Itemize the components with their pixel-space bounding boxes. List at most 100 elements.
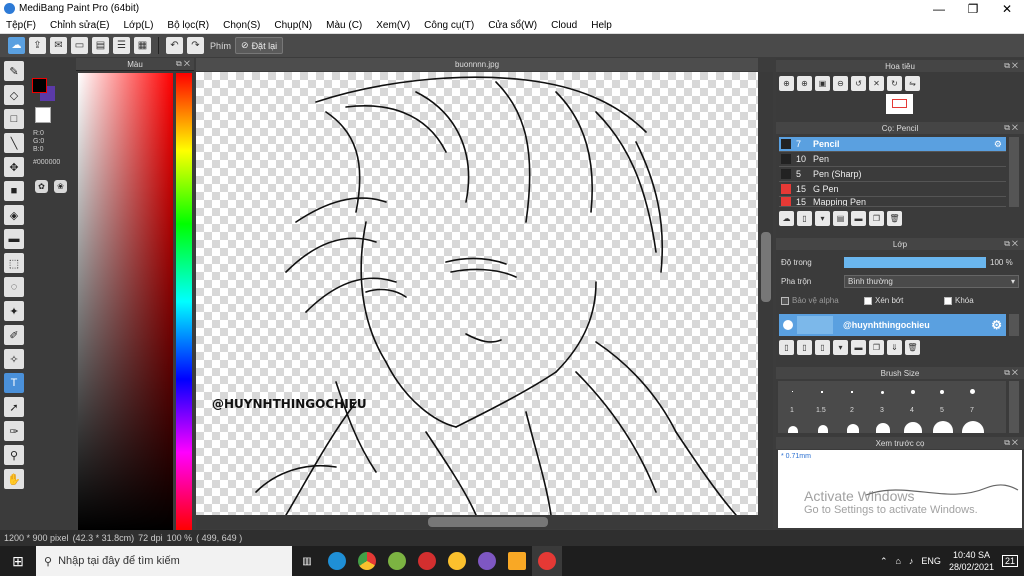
messenger-icon[interactable] bbox=[472, 546, 502, 576]
blend-mode-select[interactable]: Bình thường ▾ bbox=[844, 275, 1019, 288]
zoom-out-icon[interactable]: ⊖ bbox=[833, 76, 848, 91]
size-dot[interactable] bbox=[904, 422, 922, 433]
app-green-icon[interactable] bbox=[382, 546, 412, 576]
gradient-tool-icon[interactable]: ▬ bbox=[4, 229, 24, 249]
drawing-canvas[interactable]: @HUYNHTHINGOCHIEU bbox=[196, 72, 758, 515]
rotate-left-icon[interactable]: ↺ bbox=[851, 76, 866, 91]
browser-icon[interactable] bbox=[442, 546, 472, 576]
menu-tools[interactable]: Công cụ(T) bbox=[424, 20, 474, 31]
panel-close-icon[interactable]: ⧉✕ bbox=[1004, 239, 1020, 249]
bucket-tool-icon[interactable]: ◈ bbox=[4, 205, 24, 225]
size-dot[interactable] bbox=[851, 391, 853, 393]
reset-view-icon[interactable]: ✕ bbox=[869, 76, 884, 91]
panel-close-icon[interactable]: ⧉ ✕ bbox=[176, 59, 190, 69]
opacity-slider[interactable] bbox=[844, 257, 986, 268]
size-dot[interactable] bbox=[911, 390, 915, 394]
new-8bit-layer-icon[interactable]: ▯ bbox=[815, 340, 830, 355]
menu-layer[interactable]: Lớp(L) bbox=[124, 20, 154, 31]
delete-layer-icon[interactable]: 🗑 bbox=[905, 340, 920, 355]
folder-icon[interactable]: ▬ bbox=[851, 211, 866, 226]
redo-icon[interactable]: ↷ bbox=[187, 37, 204, 54]
menu-edit[interactable]: Chỉnh sửa(E) bbox=[50, 20, 110, 31]
opera-icon[interactable] bbox=[412, 546, 442, 576]
size-dot[interactable] bbox=[933, 421, 953, 433]
file-explorer-icon[interactable] bbox=[502, 546, 532, 576]
add-brush-icon[interactable]: ▾ bbox=[815, 211, 830, 226]
size-dot[interactable] bbox=[821, 391, 823, 393]
edge-icon[interactable] bbox=[322, 546, 352, 576]
brush-size-scrollbar[interactable] bbox=[1009, 381, 1019, 433]
saturation-value-picker[interactable] bbox=[78, 73, 173, 530]
divide-tool-icon[interactable]: ✑ bbox=[4, 421, 24, 441]
layer-row[interactable]: @huynhthingochieu ⚙ bbox=[779, 314, 1006, 336]
layer-list-scrollbar[interactable] bbox=[1009, 314, 1019, 336]
taskbar-search-box[interactable]: ⚲ Nhập tại đây để tìm kiếm bbox=[36, 546, 292, 576]
brush-item[interactable]: 7 Pencil ⚙ bbox=[779, 137, 1006, 152]
select-eraser-tool-icon[interactable]: ✧ bbox=[4, 349, 24, 369]
reset-button[interactable]: ⊘ Đặt lại bbox=[235, 37, 284, 54]
brush-settings-icon[interactable]: ▤ bbox=[833, 211, 848, 226]
chat-icon[interactable]: ▭ bbox=[71, 37, 88, 54]
canvas-tab[interactable]: buonnnn.jpg bbox=[196, 58, 758, 71]
operation-tool-icon[interactable]: ➚ bbox=[4, 397, 24, 417]
eraser-tool-icon[interactable]: ◇ bbox=[4, 85, 24, 105]
comment-icon[interactable]: ✉ bbox=[50, 37, 67, 54]
cloud-brush-icon[interactable]: ☁ bbox=[779, 211, 794, 226]
maximize-button[interactable]: ❐ bbox=[956, 2, 990, 16]
list-icon[interactable]: ☰ bbox=[113, 37, 130, 54]
add-layer-menu-icon[interactable]: ▾ bbox=[833, 340, 848, 355]
chevron-up-icon[interactable]: ⌃ bbox=[880, 556, 888, 567]
brush-item[interactable]: 10 Pen bbox=[779, 152, 1006, 167]
chrome-icon[interactable] bbox=[352, 546, 382, 576]
brush-item[interactable]: 15 G Pen bbox=[779, 182, 1006, 197]
delete-icon[interactable]: 🗑 bbox=[887, 211, 902, 226]
size-dot[interactable] bbox=[962, 421, 984, 433]
eyedropper-tool-icon[interactable]: ⚲ bbox=[4, 445, 24, 465]
shape-tool-icon[interactable]: □ bbox=[4, 109, 24, 129]
vertical-scroll-thumb[interactable] bbox=[761, 232, 771, 302]
size-dot[interactable] bbox=[818, 425, 828, 433]
panel-close-icon[interactable]: ⧉✕ bbox=[1004, 123, 1020, 133]
taskbar-clock[interactable]: 10:40 SA 28/02/2021 bbox=[949, 549, 994, 573]
zoom-in-icon[interactable]: ⊕ bbox=[779, 76, 794, 91]
panel-close-icon[interactable]: ⧉✕ bbox=[1004, 61, 1020, 71]
new-halftone-layer-icon[interactable]: ▯ bbox=[797, 340, 812, 355]
palette-settings-icon[interactable]: ❀ bbox=[54, 180, 67, 193]
palette-icon[interactable]: ✿ bbox=[35, 180, 48, 193]
panel-close-icon[interactable]: ⧉✕ bbox=[1004, 438, 1020, 448]
brush-tool-icon[interactable]: ✎ bbox=[4, 61, 24, 81]
magic-wand-tool-icon[interactable]: ✦ bbox=[4, 301, 24, 321]
menu-window[interactable]: Cửa sổ(W) bbox=[488, 20, 537, 31]
menu-color[interactable]: Màu (C) bbox=[326, 20, 362, 31]
speaker-icon[interactable]: ♪ bbox=[909, 556, 914, 566]
document-icon[interactable]: ▤ bbox=[92, 37, 109, 54]
fit-icon[interactable]: ▣ bbox=[815, 76, 830, 91]
flip-icon[interactable]: ⇋ bbox=[905, 76, 920, 91]
protect-alpha-checkbox[interactable]: Bảo vệ alpha bbox=[781, 296, 839, 305]
hand-tool-icon[interactable]: ✋ bbox=[4, 469, 24, 489]
size-dot[interactable] bbox=[970, 389, 975, 394]
merge-layer-icon[interactable]: ⇓ bbox=[887, 340, 902, 355]
select-rect-tool-icon[interactable]: ⬚ bbox=[4, 253, 24, 273]
visibility-eye-icon[interactable] bbox=[783, 320, 793, 330]
gear-icon[interactable]: ⚙ bbox=[991, 318, 1002, 332]
input-language[interactable]: ENG bbox=[921, 556, 941, 566]
share-icon[interactable]: ⇪ bbox=[29, 37, 46, 54]
text-tool-icon[interactable]: T bbox=[4, 373, 24, 393]
new-layer-icon[interactable]: ▯ bbox=[779, 340, 794, 355]
size-dot[interactable] bbox=[788, 426, 798, 433]
grid-icon[interactable]: ▦ bbox=[134, 37, 151, 54]
menu-select[interactable]: Chọn(S) bbox=[223, 20, 260, 31]
select-pen-tool-icon[interactable]: ✐ bbox=[4, 325, 24, 345]
menu-cloud[interactable]: Cloud bbox=[551, 20, 577, 31]
fill-rect-tool-icon[interactable]: ■ bbox=[4, 181, 24, 201]
gear-icon[interactable]: ⚙ bbox=[994, 139, 1002, 150]
new-brush-icon[interactable]: ▯ bbox=[797, 211, 812, 226]
medibang-taskbar-icon[interactable] bbox=[532, 546, 562, 576]
menu-view[interactable]: Xem(V) bbox=[376, 20, 410, 31]
duplicate-icon[interactable]: ❐ bbox=[869, 211, 884, 226]
brush-list-scrollbar[interactable] bbox=[1009, 137, 1019, 207]
task-view-icon[interactable]: ▥ bbox=[292, 546, 322, 576]
size-dot[interactable] bbox=[881, 391, 884, 394]
transparent-color-swatch[interactable] bbox=[35, 107, 51, 123]
